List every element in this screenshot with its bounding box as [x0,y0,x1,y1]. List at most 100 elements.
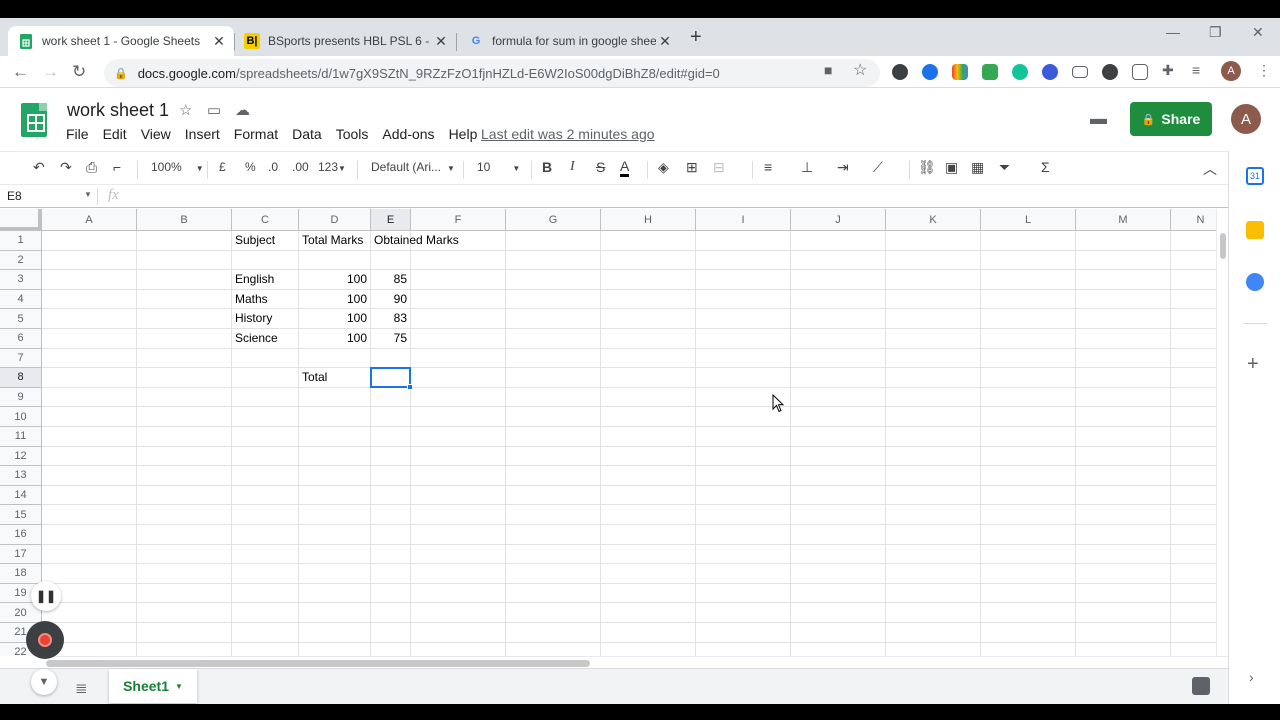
tab-google-search[interactable]: G formula for sum in google sheets ✕ [458,26,680,56]
column-header-e[interactable]: E [371,209,411,231]
cell-c3[interactable]: English [235,270,274,289]
menu-format[interactable]: Format [234,126,278,142]
doc-title[interactable]: work sheet 1 [67,100,169,121]
cell-d3[interactable]: 100 [299,270,367,289]
last-edit-link[interactable]: Last edit was 2 minutes ago [481,126,655,142]
vertical-scrollbar[interactable] [1216,209,1228,656]
column-header-g[interactable]: G [506,209,601,231]
new-tab-button[interactable]: + [690,26,702,49]
menu-view[interactable]: View [141,126,171,142]
row-header-11[interactable]: 11 [0,427,42,447]
tasks-icon[interactable] [1246,273,1264,291]
column-header-j[interactable]: J [791,209,886,231]
undo-icon[interactable]: ↶ [33,159,45,176]
menu-tools[interactable]: Tools [336,126,369,142]
column-header-f[interactable]: F [411,209,506,231]
cell-e1[interactable]: Obtained Marks [374,231,459,250]
merge-cells-icon[interactable]: ⊟ [713,159,725,176]
extension-3-icon[interactable] [952,64,968,80]
menu-edit[interactable]: Edit [103,126,127,142]
vertical-scroll-thumb[interactable] [1220,233,1226,259]
strikethrough-button[interactable]: S [596,159,605,175]
row-header-2[interactable]: 2 [0,250,42,271]
cell-c1[interactable]: Subject [235,231,275,250]
mail-icon[interactable] [1072,66,1088,78]
close-tab-icon[interactable]: ✕ [656,33,674,50]
insert-chart-icon[interactable]: ▦ [971,159,984,176]
borders-icon[interactable]: ⊞ [686,159,698,176]
insert-link-icon[interactable]: ⛓ [918,159,936,176]
currency-format-button[interactable]: £ [219,160,226,174]
cloud-status-icon[interactable]: ☁ [235,101,250,119]
minimize-icon[interactable]: — [1166,24,1180,40]
extension-2-icon[interactable] [922,64,938,80]
tab-google-sheets[interactable]: work sheet 1 - Google Sheets ✕ [8,26,234,56]
horizontal-align-icon[interactable]: ≡ [764,159,772,175]
extension-6-icon[interactable] [1042,64,1058,80]
filter-icon[interactable]: ⏷ [999,159,1010,176]
close-tab-icon[interactable]: ✕ [432,33,450,50]
spreadsheet-grid[interactable]: A B C D E F G H I J K L M N 1 2 3 4 5 6 7 8 9 10 11 12 13 14 15 16 17 1… [0,209,1228,656]
column-header-k[interactable]: K [886,209,981,231]
row-header-9[interactable]: 9 [0,387,42,408]
cell-e6[interactable]: 75 [371,329,407,348]
font-select[interactable]: Default (Ari... ▼ [371,160,455,174]
horizontal-scroll-thumb[interactable] [46,660,590,667]
row-header-8[interactable]: 8 [0,368,42,388]
more-formats-select[interactable]: 123▼ [318,160,346,174]
close-window-icon[interactable]: ✕ [1252,24,1264,41]
fill-color-icon[interactable]: ◈ [658,159,669,176]
increase-decimal-button[interactable]: .00 [292,160,309,174]
restore-icon[interactable]: ❐ [1209,24,1222,41]
all-sheets-icon[interactable]: ≣ [75,679,88,697]
insert-comment-icon[interactable]: ▣ [945,159,958,176]
column-header-a[interactable]: A [42,209,137,231]
cell-d4[interactable]: 100 [299,290,367,309]
bookmark-star-icon[interactable]: ☆ [853,60,867,80]
row-header-4[interactable]: 4 [0,289,42,310]
row-header-17[interactable]: 17 [0,544,42,565]
select-all-corner[interactable] [0,209,42,231]
reading-list-icon[interactable]: ≡ [1192,62,1200,78]
comment-history-icon[interactable]: ▬ [1090,109,1107,129]
decrease-decimal-button[interactable]: .0 [268,160,278,174]
row-header-7[interactable]: 7 [0,348,42,369]
calendar-icon[interactable]: 31 [1246,167,1264,185]
horizontal-scrollbar[interactable] [42,656,1228,668]
back-icon[interactable]: ← [12,62,29,82]
get-addons-icon[interactable]: + [1247,353,1259,376]
text-rotation-icon[interactable]: ⟋ [873,159,883,176]
chrome-menu-icon[interactable]: ⋮ [1257,62,1271,79]
stop-recording-button[interactable] [26,621,64,659]
vertical-align-icon[interactable]: ⊥ [801,159,813,176]
extension-9-icon[interactable] [1132,64,1148,80]
sheet-tab[interactable]: Sheet1 ▼ [109,669,197,703]
row-header-18[interactable]: 18 [0,564,42,584]
cell-c4[interactable]: Maths [235,290,268,309]
chevron-down-icon[interactable]: ▼ [84,190,92,199]
record-extension-icon[interactable] [1102,64,1118,80]
selected-cell-outline[interactable] [370,367,411,388]
redo-icon[interactable]: ↷ [60,159,72,176]
cell-c6[interactable]: Science [235,329,278,348]
column-header-b[interactable]: B [137,209,232,231]
text-wrap-icon[interactable]: ⇥ [837,159,849,176]
percent-format-button[interactable]: % [245,160,256,174]
move-folder-icon[interactable]: ▭ [207,101,221,119]
forward-icon[interactable]: → [42,62,59,82]
collapse-toolbar-icon[interactable]: ︿ [1203,159,1217,179]
column-header-c[interactable]: C [232,209,299,231]
menu-file[interactable]: File [66,126,89,142]
share-button[interactable]: 🔒 Share [1130,102,1212,136]
row-header-10[interactable]: 10 [0,407,42,427]
cell-d8[interactable]: Total [302,368,327,387]
font-size-select[interactable]: 10 ▼ [477,160,520,174]
collapse-recorder-button[interactable]: ▼ [31,669,57,695]
menu-addons[interactable]: Add-ons [382,126,434,142]
row-header-13[interactable]: 13 [0,466,42,486]
name-box[interactable]: E8 [7,189,22,203]
column-header-m[interactable]: M [1076,209,1171,231]
row-header-1[interactable]: 1 [0,231,42,251]
column-header-h[interactable]: H [601,209,696,231]
account-avatar[interactable]: A [1231,104,1261,134]
